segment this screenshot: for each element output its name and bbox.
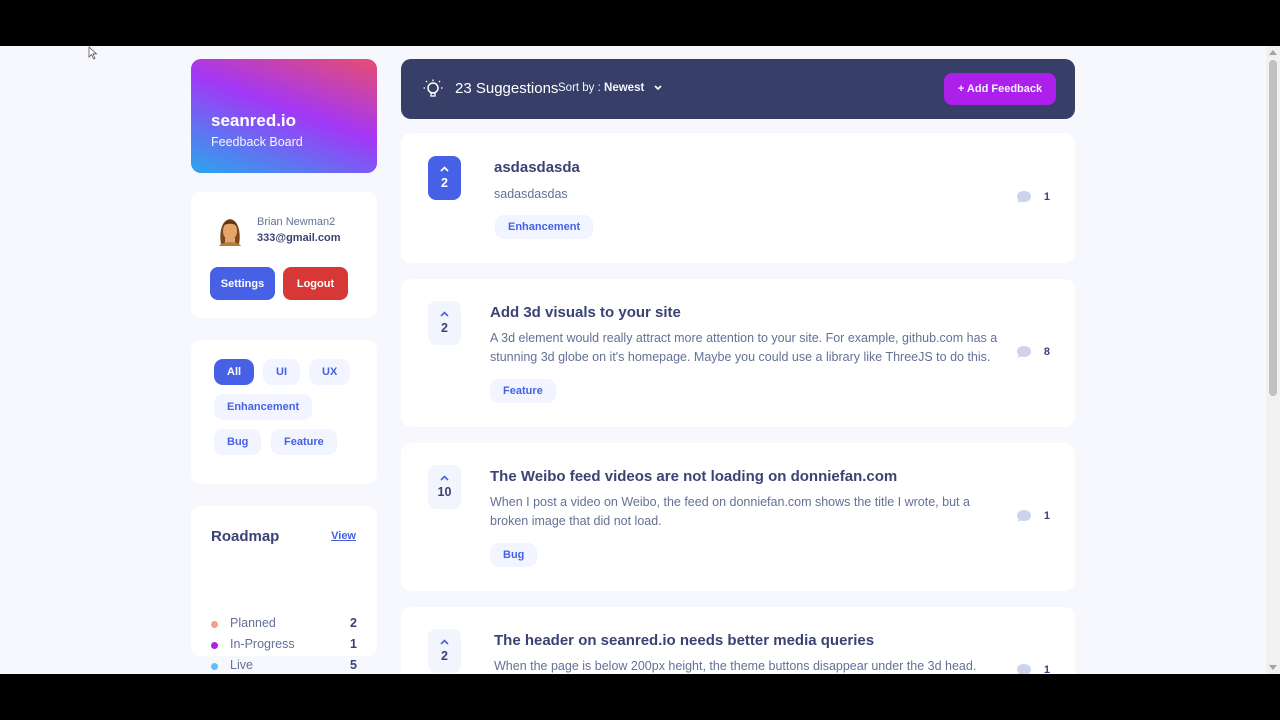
roadmap-item-in-progress: In-Progress 1 <box>211 637 357 653</box>
roadmap-item-label: Planned <box>230 616 276 630</box>
user-card: Brian Newman2 333@gmail.com Settings Log… <box>191 192 377 318</box>
user-name: Brian Newman2 <box>257 216 336 228</box>
chevron-down-icon <box>653 85 662 91</box>
roadmap-item-planned: Planned 2 <box>211 616 357 632</box>
feedback-description: When I post a video on Weibo, the feed o… <box>490 495 970 528</box>
feedback-description: A 3d element would really attract more a… <box>490 331 998 364</box>
upvote-button[interactable]: 2 <box>428 301 461 345</box>
lightbulb-icon <box>423 79 443 97</box>
sort-prefix: Sort by : <box>558 82 601 94</box>
roadmap-item-label: Live <box>230 658 253 672</box>
vertical-scrollbar[interactable] <box>1266 46 1280 674</box>
sort-dropdown[interactable]: Sort by : Newest <box>558 82 662 94</box>
upvote-button[interactable]: 2 <box>428 156 461 200</box>
chevron-up-icon <box>440 475 449 481</box>
chevron-up-icon <box>440 311 449 317</box>
comment-count: 8 <box>1016 345 1050 359</box>
feedback-title: asdasdasda <box>494 159 580 176</box>
sort-value: Newest <box>604 82 645 94</box>
user-email: 333@gmail.com <box>257 232 341 244</box>
roadmap-item-count: 2 <box>350 616 357 630</box>
scroll-up-arrow-icon[interactable] <box>1269 50 1277 55</box>
feedback-title: The Weibo feed videos are not loading on… <box>490 468 898 485</box>
vote-count: 2 <box>441 176 448 190</box>
feedback-tag[interactable]: Feature <box>490 379 556 403</box>
filter-tags-card: All UI UX Enhancement Bug Feature <box>191 340 377 484</box>
add-feedback-button[interactable]: + Add Feedback <box>944 73 1056 105</box>
vote-count: 10 <box>437 485 452 499</box>
logout-button[interactable]: Logout <box>283 267 348 300</box>
comment-icon <box>1016 664 1031 674</box>
comment-count-value: 1 <box>1043 191 1050 203</box>
vote-count: 2 <box>441 649 448 663</box>
roadmap-item-live: Live 5 <box>211 658 357 674</box>
in-progress-dot <box>211 642 218 649</box>
brand-card: seanred.io Feedback Board <box>191 59 377 173</box>
comment-count: 1 <box>1016 663 1050 674</box>
roadmap-card: Roadmap View Planned 2 In-Progress 1 Liv… <box>191 506 377 672</box>
app-viewport: seanred.io Feedback Board Brian Newman2 … <box>0 46 1280 674</box>
filter-chip-bug[interactable]: Bug <box>214 429 262 455</box>
planned-dot <box>211 621 218 628</box>
brand-subtitle: Feedback Board <box>211 135 303 149</box>
feedback-title: The header on seanred.io needs better me… <box>494 632 875 649</box>
vote-count: 2 <box>441 321 448 335</box>
comment-count-value: 8 <box>1043 346 1050 358</box>
filter-chip-feature[interactable]: Feature <box>271 429 337 455</box>
filter-chip-all[interactable]: All <box>214 359 255 385</box>
comment-count-value: 1 <box>1043 510 1050 522</box>
comment-count-value: 1 <box>1043 664 1050 674</box>
filter-chip-ui[interactable]: UI <box>263 359 300 385</box>
comment-icon <box>1016 346 1031 358</box>
feedback-card[interactable]: 10 The Weibo feed videos are not loading… <box>401 443 1075 591</box>
chevron-up-icon <box>440 639 449 645</box>
roadmap-view-link[interactable]: View <box>331 530 356 542</box>
feedback-card[interactable]: 2 asdasdasda sadasdasdas Enhancement 1 <box>401 133 1075 263</box>
live-dot <box>211 663 218 670</box>
feedback-tag[interactable]: Enhancement <box>495 215 594 239</box>
mouse-cursor-icon <box>88 46 98 60</box>
scroll-down-arrow-icon[interactable] <box>1269 665 1277 670</box>
roadmap-title: Roadmap <box>211 528 280 545</box>
roadmap-item-count: 5 <box>350 658 357 672</box>
settings-button[interactable]: Settings <box>210 267 275 300</box>
comment-count: 1 <box>1016 190 1050 204</box>
feedback-title: Add 3d visuals to your site <box>490 304 681 321</box>
suggestions-count: 23 Suggestions <box>455 80 559 97</box>
filter-chip-ux[interactable]: UX <box>309 359 351 385</box>
roadmap-item-count: 1 <box>350 637 357 651</box>
comment-icon <box>1016 510 1031 522</box>
feedback-description: sadasdasdas <box>494 187 568 201</box>
comment-count: 1 <box>1016 509 1050 523</box>
upvote-button[interactable]: 10 <box>428 465 461 509</box>
scrollbar-thumb[interactable] <box>1269 60 1277 396</box>
filter-chip-enhancement[interactable]: Enhancement <box>214 394 313 420</box>
feedback-card[interactable]: 2 Add 3d visuals to your site A 3d eleme… <box>401 279 1075 427</box>
comment-icon <box>1016 191 1031 203</box>
chevron-up-icon <box>440 166 449 172</box>
feedback-description: When the page is below 200px height, the… <box>494 659 977 673</box>
feedback-card[interactable]: 2 The header on seanred.io needs better … <box>401 607 1075 674</box>
brand-name: seanred.io <box>211 111 297 130</box>
feedback-tag[interactable]: Bug <box>490 543 538 567</box>
roadmap-item-label: In-Progress <box>230 637 295 651</box>
upvote-button[interactable]: 2 <box>428 629 461 673</box>
suggestions-header: 23 Suggestions Sort by : Newest + Add Fe… <box>401 59 1075 119</box>
avatar <box>219 219 241 246</box>
